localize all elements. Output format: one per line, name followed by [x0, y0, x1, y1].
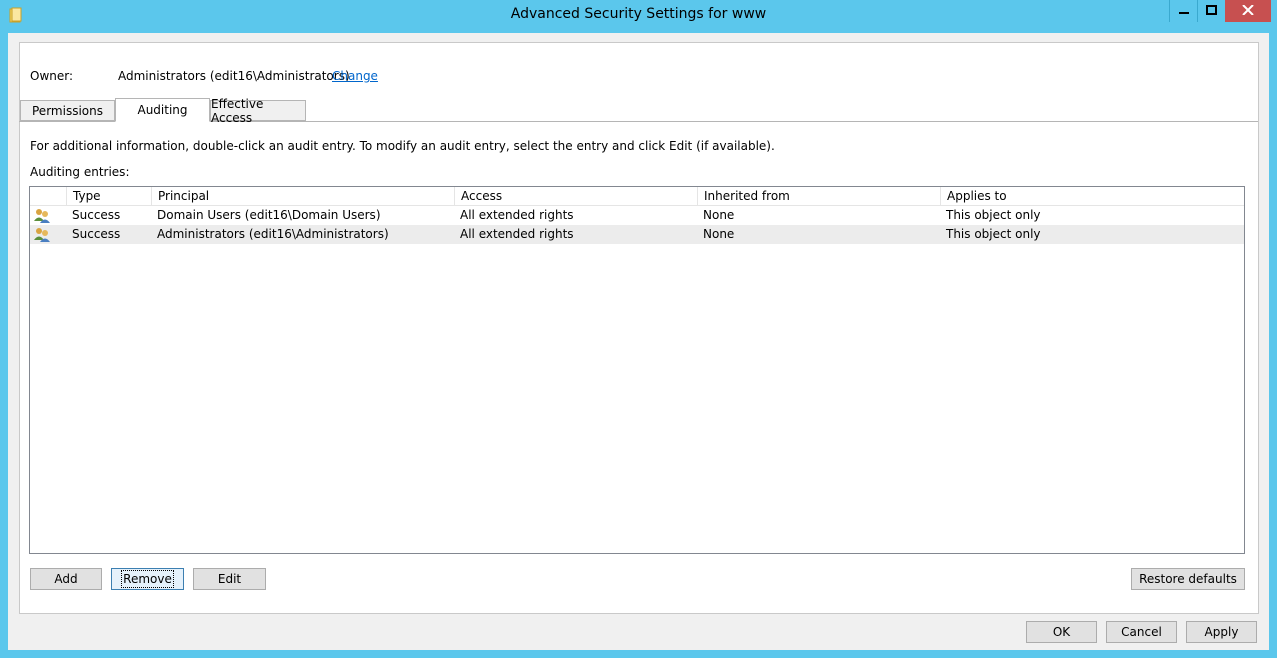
- owner-label: Owner:: [30, 69, 74, 83]
- cell-type: Success: [72, 208, 121, 222]
- cell-inherited-from: None: [703, 227, 735, 241]
- remove-button[interactable]: Remove: [111, 568, 184, 590]
- cell-access: All extended rights: [460, 227, 574, 241]
- minimize-icon: [1178, 4, 1189, 18]
- apply-button[interactable]: Apply: [1186, 621, 1257, 643]
- owner-value: Administrators (edit16\Administrators): [118, 69, 350, 83]
- cell-applies-to: This object only: [946, 208, 1041, 222]
- restore-defaults-button[interactable]: Restore defaults: [1131, 568, 1245, 590]
- cell-type: Success: [72, 227, 121, 241]
- cell-applies-to: This object only: [946, 227, 1041, 241]
- title-bar[interactable]: Advanced Security Settings for www: [0, 0, 1277, 33]
- cancel-button[interactable]: Cancel: [1106, 621, 1177, 643]
- info-text: For additional information, double-click…: [30, 139, 775, 153]
- close-icon: [1242, 4, 1254, 18]
- column-header-type[interactable]: Type: [66, 187, 151, 205]
- column-header-icon[interactable]: [30, 187, 66, 205]
- cell-principal: Administrators (edit16\Administrators): [157, 227, 389, 241]
- change-owner-link[interactable]: Change: [332, 69, 378, 83]
- auditing-entries-list[interactable]: Type Principal Access Inherited from App…: [29, 186, 1245, 554]
- auditing-entries-label: Auditing entries:: [30, 165, 130, 179]
- window-title: Advanced Security Settings for www: [510, 6, 767, 22]
- user-group-icon: [34, 227, 50, 242]
- edit-button[interactable]: Edit: [193, 568, 266, 590]
- maximize-icon: [1206, 4, 1217, 18]
- dialog-client-area: Owner: Administrators (edit16\Administra…: [8, 33, 1269, 650]
- tab-effective-access[interactable]: Effective Access: [210, 97, 306, 125]
- minimize-button[interactable]: [1169, 0, 1197, 22]
- ok-button[interactable]: OK: [1026, 621, 1097, 643]
- tab-permissions[interactable]: Permissions: [20, 100, 115, 121]
- tab-auditing[interactable]: Auditing: [115, 98, 210, 122]
- maximize-button[interactable]: [1197, 0, 1225, 22]
- column-header-applies-to[interactable]: Applies to: [940, 187, 1244, 205]
- user-group-icon: [34, 208, 50, 223]
- close-button[interactable]: [1225, 0, 1271, 22]
- column-header-access[interactable]: Access: [454, 187, 697, 205]
- list-header: Type Principal Access Inherited from App…: [30, 187, 1244, 206]
- cell-principal: Domain Users (edit16\Domain Users): [157, 208, 381, 222]
- cell-inherited-from: None: [703, 208, 735, 222]
- cell-access: All extended rights: [460, 208, 574, 222]
- add-button[interactable]: Add: [30, 568, 102, 590]
- column-header-principal[interactable]: Principal: [151, 187, 454, 205]
- column-header-inherited-from[interactable]: Inherited from: [697, 187, 940, 205]
- table-row[interactable]: Success Domain Users (edit16\Domain User…: [30, 206, 1244, 225]
- table-row[interactable]: Success Administrators (edit16\Administr…: [30, 225, 1244, 244]
